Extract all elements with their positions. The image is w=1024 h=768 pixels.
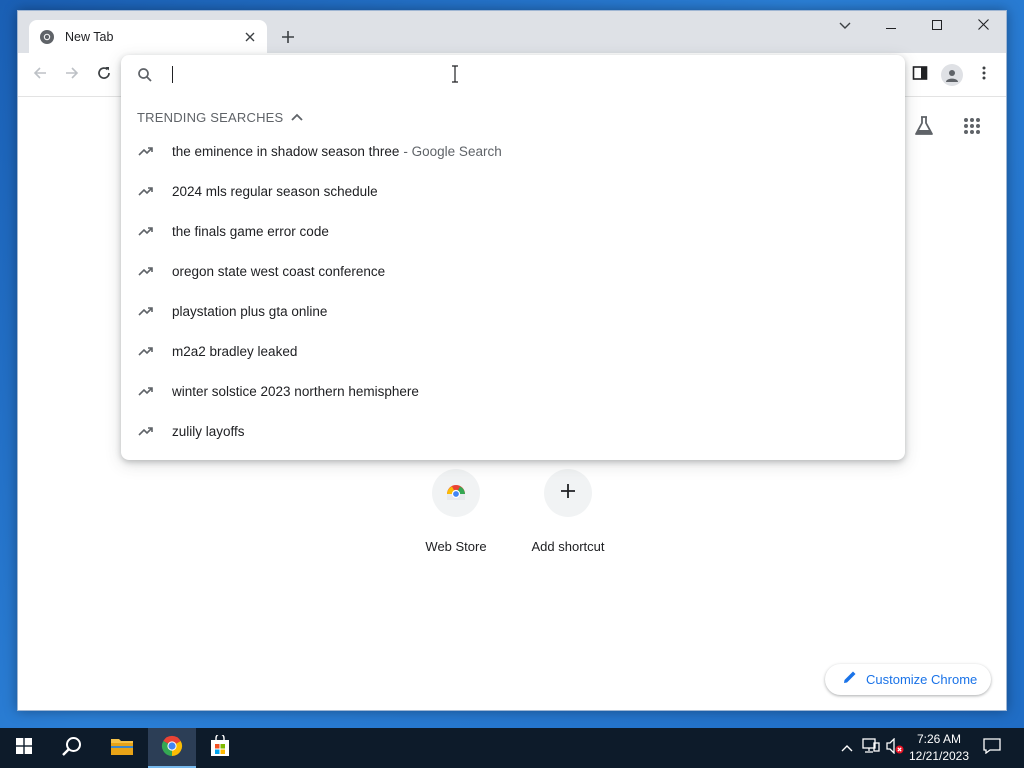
suggestion-item[interactable]: m2a2 bradley leaked xyxy=(121,331,905,371)
trending-header: TRENDING SEARCHES xyxy=(137,107,304,127)
tab-title: New Tab xyxy=(65,29,114,44)
clock-time: 7:26 AM xyxy=(916,732,962,746)
start-button[interactable] xyxy=(0,728,48,768)
text-caret xyxy=(172,66,173,83)
side-panel-button[interactable] xyxy=(908,63,932,87)
notification-icon xyxy=(983,737,1001,759)
flask-icon xyxy=(913,115,935,142)
chrome-taskbar-button[interactable] xyxy=(148,728,196,768)
omnibox-row xyxy=(121,55,905,93)
shortcut-label: Web Store xyxy=(425,539,487,554)
minimize-button[interactable] xyxy=(868,11,914,41)
action-center-button[interactable] xyxy=(982,737,1002,759)
shortcut-add[interactable]: Add shortcut xyxy=(518,469,618,554)
taskbar-clock[interactable]: 7:26 AM 12/21/2023 xyxy=(904,731,974,765)
menu-button[interactable] xyxy=(972,63,996,87)
suggestion-item[interactable]: winter solstice 2023 northern hemisphere xyxy=(121,371,905,411)
customize-chrome-button[interactable]: Customize Chrome xyxy=(825,664,991,695)
search-icon xyxy=(61,735,83,762)
browser-window: New Tab Web Store Add shortcut Customize… xyxy=(17,10,1007,711)
chevron-up-icon[interactable] xyxy=(291,113,304,121)
suggestion-item[interactable]: playstation plus gta online xyxy=(121,291,905,331)
trending-up-icon xyxy=(138,343,154,359)
network-icon xyxy=(862,737,880,759)
reload-button[interactable] xyxy=(92,63,116,87)
taskbar-search-button[interactable] xyxy=(48,728,96,768)
omnibox-input[interactable] xyxy=(171,63,871,85)
tab-search-button[interactable] xyxy=(822,11,868,41)
arrow-left-icon xyxy=(32,65,48,86)
apps-button[interactable] xyxy=(958,114,986,142)
minimize-icon xyxy=(886,17,896,35)
apps-grid-icon xyxy=(963,117,981,140)
suggestion-item[interactable]: oregon state west coast conference xyxy=(121,251,905,291)
suggestion-text: 2024 mls regular season schedule xyxy=(172,183,378,199)
close-tab-icon[interactable] xyxy=(241,28,259,46)
tab-strip: New Tab xyxy=(18,11,1006,53)
suggestion-item[interactable]: zulily layoffs xyxy=(121,411,905,451)
chrome-web-store-icon xyxy=(445,480,467,507)
pencil-icon xyxy=(843,670,857,689)
avatar-icon xyxy=(941,64,963,86)
volume-button[interactable] xyxy=(885,736,905,759)
trending-up-icon xyxy=(138,383,154,399)
shortcut-web-store[interactable]: Web Store xyxy=(406,469,506,554)
trending-up-icon xyxy=(138,423,154,439)
suggestion-item[interactable]: the eminence in shadow season three - Go… xyxy=(121,131,905,171)
reload-icon xyxy=(96,65,112,86)
suggestion-suffix: - Google Search xyxy=(403,143,502,159)
close-icon xyxy=(977,17,989,35)
arrow-right-icon xyxy=(64,65,80,86)
close-window-button[interactable] xyxy=(960,11,1006,41)
new-tab-button[interactable] xyxy=(276,25,300,49)
store-icon xyxy=(209,732,231,762)
suggestion-item[interactable]: 2024 mls regular season schedule xyxy=(121,171,905,211)
trending-up-icon xyxy=(138,223,154,239)
file-explorer-icon xyxy=(110,736,134,761)
suggestion-text: the finals game error code xyxy=(172,223,329,239)
suggestion-text: playstation plus gta online xyxy=(172,303,328,319)
omnibox-dropdown: TRENDING SEARCHES the eminence in shadow… xyxy=(121,55,905,460)
taskbar: 7:26 AM 12/21/2023 xyxy=(0,728,1024,768)
start-icon xyxy=(16,737,32,759)
suggestion-text: winter solstice 2023 northern hemisphere xyxy=(172,383,419,399)
search-icon xyxy=(137,67,153,83)
network-button[interactable] xyxy=(861,737,881,759)
show-hidden-icons-button[interactable] xyxy=(837,738,857,758)
customize-label: Customize Chrome xyxy=(866,672,978,687)
suggestion-item[interactable]: the finals game error code xyxy=(121,211,905,251)
volume-muted-icon xyxy=(886,736,904,759)
chrome-favicon-icon xyxy=(39,29,55,45)
trending-header-label: TRENDING SEARCHES xyxy=(137,109,284,125)
forward-button[interactable] xyxy=(60,63,84,87)
trending-up-icon xyxy=(138,183,154,199)
trending-up-icon xyxy=(138,303,154,319)
chrome-icon xyxy=(160,734,184,763)
shortcut-tile xyxy=(544,469,592,517)
suggestion-list: the eminence in shadow season three - Go… xyxy=(121,131,905,451)
kebab-menu-icon xyxy=(982,66,986,85)
trending-up-icon xyxy=(138,263,154,279)
clock-date: 12/21/2023 xyxy=(908,749,970,763)
ibeam-cursor-icon xyxy=(451,65,459,83)
trending-up-icon xyxy=(138,143,154,159)
labs-button[interactable] xyxy=(910,114,938,142)
shortcut-label: Add shortcut xyxy=(531,539,605,554)
maximize-icon xyxy=(932,17,942,35)
file-explorer-button[interactable] xyxy=(98,728,146,768)
suggestion-text: oregon state west coast conference xyxy=(172,263,386,279)
suggestion-text: the eminence in shadow season three xyxy=(172,143,400,159)
profile-button[interactable] xyxy=(940,63,964,87)
plus-icon xyxy=(560,483,576,504)
chevron-down-icon xyxy=(839,17,851,35)
shortcut-tile xyxy=(432,469,480,517)
store-button[interactable] xyxy=(196,728,244,768)
suggestion-text: m2a2 bradley leaked xyxy=(172,343,298,359)
tab-new-tab[interactable]: New Tab xyxy=(29,20,267,53)
suggestion-text: zulily layoffs xyxy=(172,423,245,439)
maximize-button[interactable] xyxy=(914,11,960,41)
side-panel-icon xyxy=(912,65,928,86)
chevron-up-icon xyxy=(841,739,853,757)
back-button[interactable] xyxy=(28,63,52,87)
